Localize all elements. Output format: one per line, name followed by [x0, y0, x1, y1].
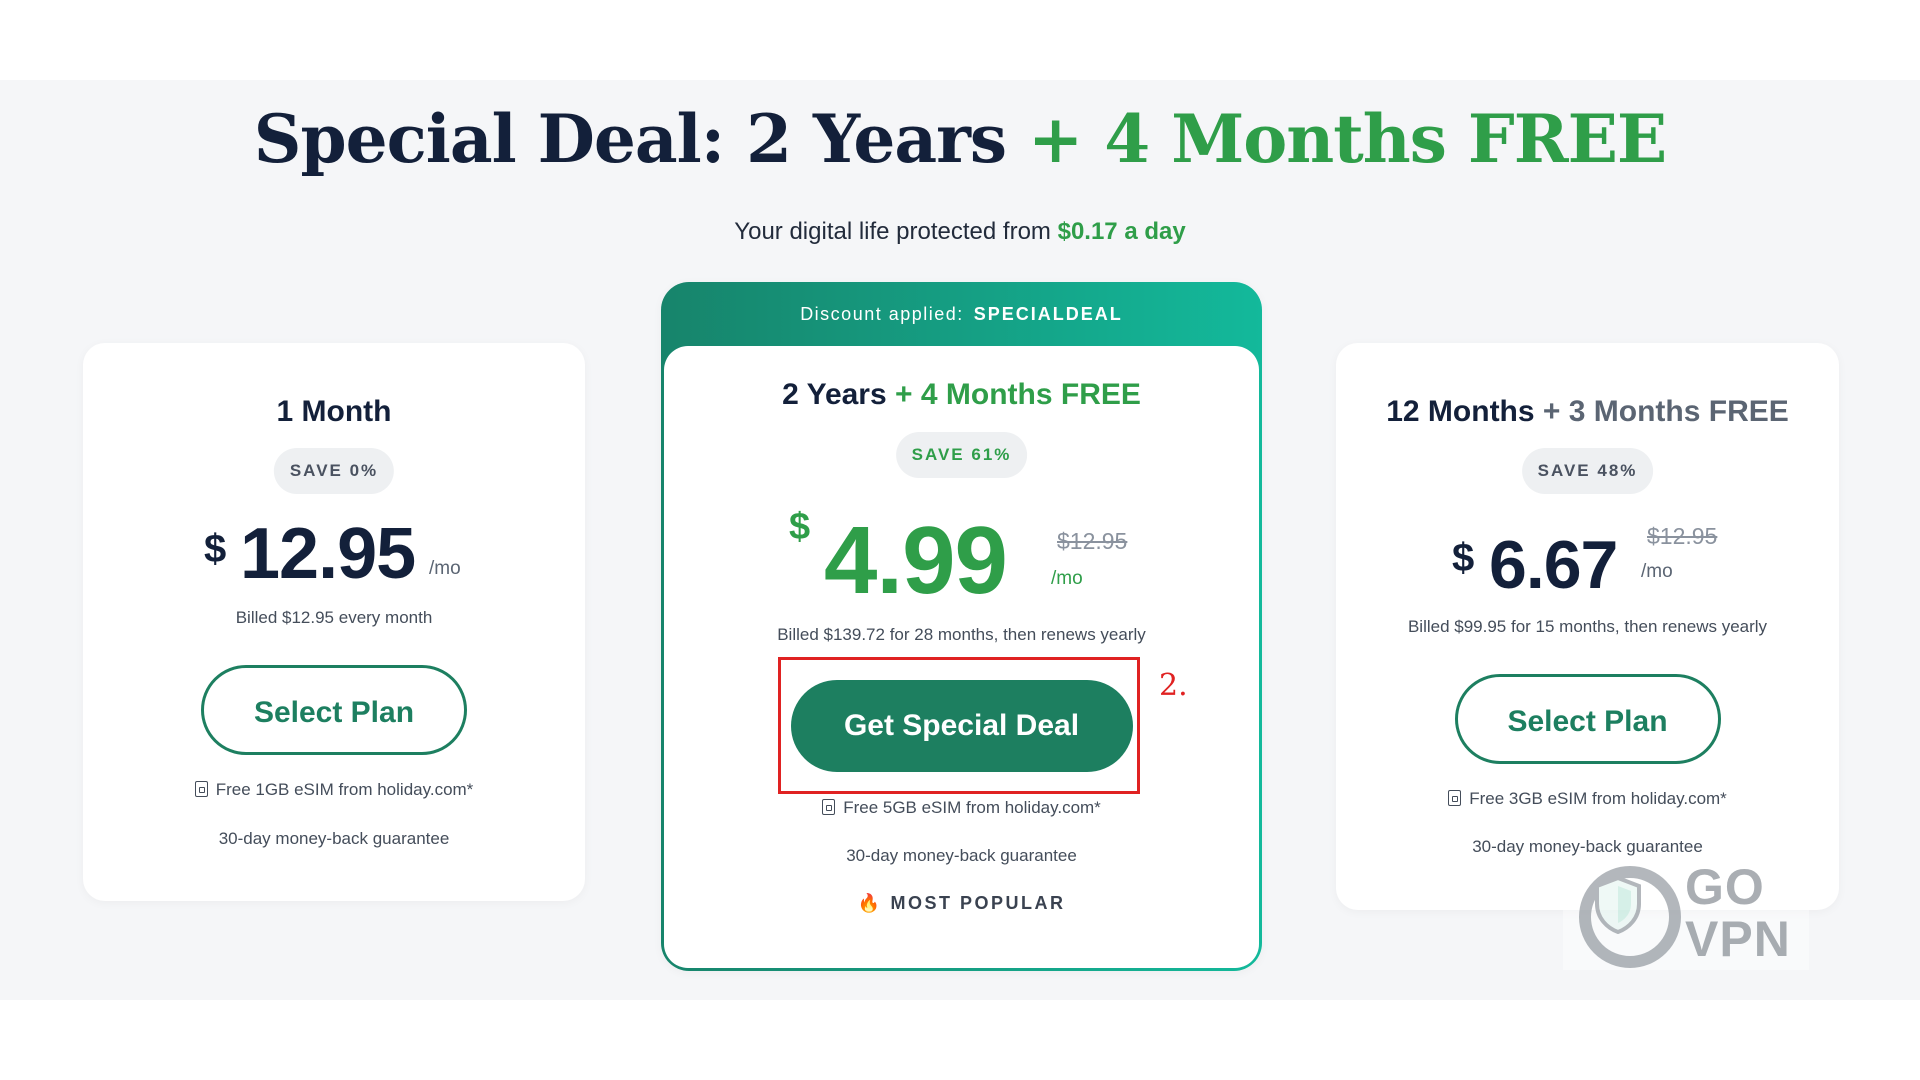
money-back-guarantee: 30-day money-back guarantee — [1472, 837, 1703, 856]
price-amount: 6.67 — [1489, 527, 1618, 603]
currency-symbol: $ — [1452, 536, 1475, 580]
plan-title-accent: + 4 Months FREE — [895, 378, 1141, 411]
billing-note: Billed $139.72 for 28 months, then renew… — [777, 625, 1146, 644]
plan-title: 2 Years + 4 Months FREE — [664, 378, 1259, 412]
subline-text: Your digital life protected from — [734, 218, 1051, 245]
original-price: $12.95 — [1647, 523, 1718, 549]
price-row: $ 4.99 $12.95 /mo — [664, 506, 1259, 614]
discount-code: SPECIALDEAL — [973, 304, 1123, 324]
billing-note: Billed $99.95 for 15 months, then renews… — [1407, 617, 1768, 636]
plan-card-2-years: Discount applied: SPECIALDEAL 2 Years + 4… — [661, 282, 1262, 971]
sim-card-icon — [822, 799, 836, 815]
headline-accent: + 4 Months FREE — [1028, 100, 1667, 178]
billing-note: Billed $12.95 every month — [235, 608, 433, 627]
flame-icon: 🔥 — [857, 893, 883, 913]
select-plan-button[interactable]: Select Plan — [201, 665, 467, 755]
save-badge: SAVE 48% — [1521, 448, 1654, 494]
money-back-guarantee: 30-day money-back guarantee — [218, 829, 450, 848]
plan-title-main: 1 Month — [276, 395, 392, 428]
watermark-line-1: GO — [1685, 859, 1765, 915]
most-popular-label: MOST POPULAR — [890, 893, 1066, 913]
select-plan-button[interactable]: Select Plan — [1454, 674, 1721, 764]
govpn-watermark: GO VPN — [1563, 860, 1809, 970]
price-period: /mo — [1641, 561, 1673, 582]
price-period: /mo — [429, 558, 461, 579]
sim-card-icon — [194, 781, 208, 797]
price-row: $ 6.67 $12.95 /mo — [1336, 518, 1839, 603]
esim-offer: Free 5GB eSIM from holiday.com* — [664, 798, 1259, 818]
most-popular-badge: 🔥 MOST POPULAR — [664, 893, 1259, 914]
currency-symbol: $ — [789, 506, 811, 548]
plan-card-1-month: 1 Month SAVE 0% $ 12.95 /mo Billed $12.9… — [83, 343, 585, 901]
original-price: $12.95 — [1057, 528, 1128, 554]
page-subline: Your digital life protected from $0.17 a… — [0, 218, 1920, 246]
subline-price: $0.17 a day — [1057, 218, 1186, 245]
discount-label: Discount applied: — [800, 304, 964, 324]
plan-card-12-months: 12 Months + 3 Months FREE SAVE 48% $ 6.6… — [1336, 343, 1839, 910]
shield-icon — [1595, 876, 1641, 934]
watermark-line-2: VPN — [1685, 911, 1791, 967]
headline-main: Special Deal: 2 Years — [253, 100, 1007, 178]
save-badge: SAVE 0% — [273, 448, 395, 494]
currency-symbol: $ — [204, 527, 227, 571]
esim-offer-text: Free 1GB eSIM from holiday.com* — [215, 780, 474, 799]
plan-title: 12 Months + 3 Months FREE — [1336, 395, 1839, 429]
price-amount: 4.99 — [824, 507, 1008, 614]
esim-offer: Free 3GB eSIM from holiday.com* — [1336, 789, 1839, 809]
plan-title-accent: + 3 Months FREE — [1542, 395, 1789, 428]
esim-offer-text: Free 5GB eSIM from holiday.com* — [843, 798, 1101, 817]
save-badge: SAVE 61% — [895, 432, 1028, 478]
plan-title: 1 Month — [83, 395, 585, 429]
esim-offer-text: Free 3GB eSIM from holiday.com* — [1469, 789, 1727, 808]
page-headline: Special Deal: 2 Years + 4 Months FREE — [0, 100, 1920, 178]
discount-banner: Discount applied: SPECIALDEAL — [661, 304, 1262, 325]
plan-title-main: 12 Months — [1386, 395, 1535, 428]
annotation-step-label: 2. — [1159, 668, 1188, 703]
annotation-highlight-box — [778, 657, 1140, 794]
plan-title-main: 2 Years — [782, 378, 887, 411]
price-row: $ 12.95 /mo — [83, 513, 585, 594]
esim-offer: Free 1GB eSIM from holiday.com* — [83, 780, 585, 800]
price-amount: 12.95 — [240, 514, 416, 594]
money-back-guarantee: 30-day money-back guarantee — [846, 846, 1077, 865]
sim-card-icon — [1448, 790, 1462, 806]
price-period: /mo — [1051, 568, 1083, 589]
